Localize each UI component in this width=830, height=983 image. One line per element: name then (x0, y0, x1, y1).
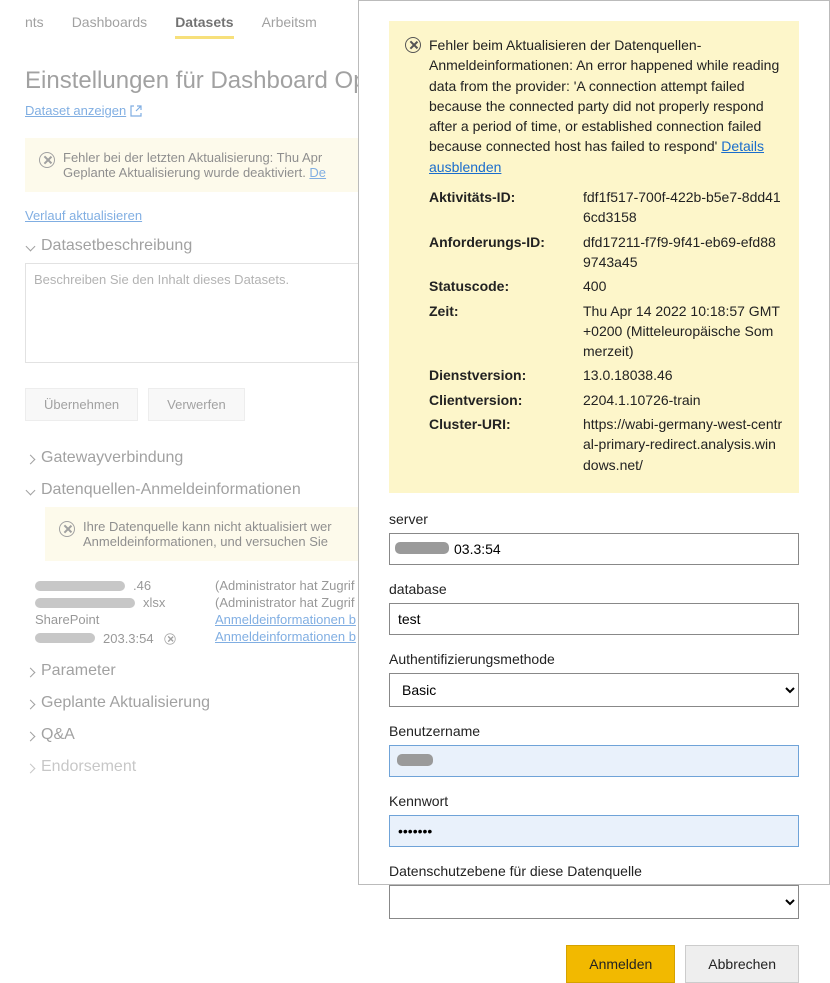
cancel-button[interactable]: Abbrechen (685, 945, 799, 983)
tab-datasets[interactable]: Datasets (175, 8, 233, 39)
server-field: server (389, 511, 799, 565)
chevron-right-icon (25, 453, 35, 463)
edit-credentials-link[interactable]: Anmeldeinformationen b (215, 612, 356, 627)
tab-workspaces[interactable]: Arbeitsm (262, 8, 317, 39)
database-input[interactable] (389, 603, 799, 635)
auth-method-field: Authentifizierungsmethode Basic (389, 651, 799, 707)
error-message: Fehler beim Aktualisieren der Datenquell… (429, 37, 779, 154)
section-label: Q&A (41, 726, 75, 744)
section-label: Gatewayverbindung (41, 449, 183, 467)
creds-error-line1: Ihre Datenquelle kann nicht aktualisiert… (83, 519, 332, 534)
refresh-history-link[interactable]: Verlauf aktualisieren (25, 208, 142, 223)
creds-error-line2: Anmeldeinformationen, und versuchen Sie (83, 534, 332, 549)
server-label: server (389, 511, 799, 527)
database-label: database (389, 581, 799, 597)
dialog-error-box: Fehler beim Aktualisieren der Datenquell… (389, 21, 799, 493)
section-label: Datenquellen-Anmeldeinformationen (41, 481, 301, 499)
chevron-down-icon (25, 241, 35, 251)
refresh-error-line2: Geplante Aktualisierung wurde deaktivier… (63, 165, 309, 180)
section-label: Geplante Aktualisierung (41, 694, 210, 712)
username-field: Benutzername (389, 723, 799, 777)
sign-in-button[interactable]: Anmelden (566, 945, 675, 983)
datasource-name-column: .46 xlsx SharePoint 203.3:54 (35, 577, 205, 648)
datasource-status-column: (Administrator hat Zugrif (Administrator… (215, 577, 356, 648)
chevron-right-icon (25, 666, 35, 676)
error-icon (405, 37, 421, 53)
error-icon (164, 633, 175, 644)
error-icon (59, 521, 75, 537)
section-label: Parameter (41, 662, 116, 680)
redacted-chip (395, 542, 449, 554)
password-field: Kennwort (389, 793, 799, 847)
server-input[interactable] (389, 533, 799, 565)
chevron-down-icon (25, 485, 35, 495)
chevron-right-icon (25, 730, 35, 740)
database-field: database (389, 581, 799, 635)
discard-button[interactable]: Verwerfen (148, 388, 245, 421)
tab-fragment-left[interactable]: nts (25, 8, 44, 39)
section-label: Endorsement (41, 758, 136, 776)
refresh-error-details-link[interactable]: De (309, 165, 326, 180)
section-label: Datasetbeschreibung (41, 237, 192, 255)
tab-dashboards[interactable]: Dashboards (72, 8, 148, 39)
chevron-right-icon (25, 698, 35, 708)
username-label: Benutzername (389, 723, 799, 739)
password-input[interactable] (389, 815, 799, 847)
external-link-icon (130, 105, 142, 117)
username-input[interactable] (389, 745, 799, 777)
credentials-dialog: "Dashboard Operations SQL I… Fehler beim… (358, 0, 830, 885)
redacted-chip (397, 754, 433, 766)
privacy-level-select[interactable] (389, 885, 799, 919)
refresh-error-line1: Fehler bei der letzten Aktualisierung: T… (63, 150, 326, 165)
error-details: Aktivitäts-ID:fdf1f517-700f-422b-b5e7-8d… (405, 185, 783, 477)
apply-button[interactable]: Übernehmen (25, 388, 138, 421)
auth-method-select[interactable]: Basic (389, 673, 799, 707)
auth-method-label: Authentifizierungsmethode (389, 651, 799, 667)
privacy-level-field: Datenschutzebene für diese Datenquelle (389, 863, 799, 919)
chevron-right-icon (25, 762, 35, 772)
show-dataset-link[interactable]: Dataset anzeigen (25, 103, 126, 118)
edit-credentials-link[interactable]: Anmeldeinformationen b (215, 629, 356, 644)
password-label: Kennwort (389, 793, 799, 809)
error-icon (39, 152, 55, 168)
privacy-level-label: Datenschutzebene für diese Datenquelle (389, 863, 799, 879)
